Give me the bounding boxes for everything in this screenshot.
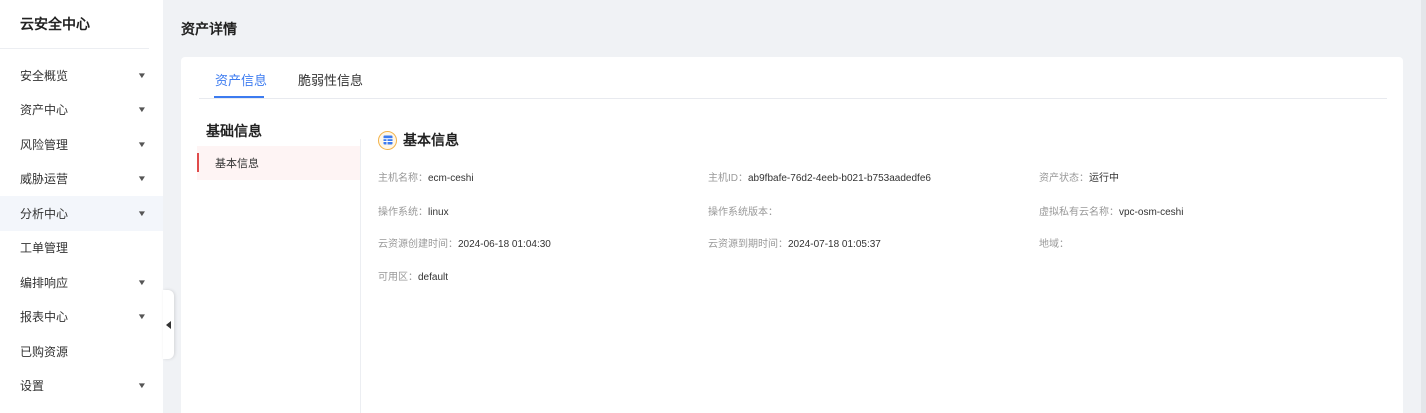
sidebar-nav: 安全概览 ▼ 资产中心 ▼ 风险管理 ▼ 威胁运营 ▼ 分析中心 ▼ 工单管理 … (0, 58, 163, 403)
field-host-id: 主机ID：ab9fbafe-76d2-4eeb-b021-b753aadedfe… (708, 173, 931, 184)
detail-card: 资产信息 脆弱性信息 基础信息 基本信息 基本信息 主机名称：ecm-ceshi… (181, 57, 1403, 413)
active-marker (197, 153, 199, 172)
sidebar-item-label: 资产中心 (20, 103, 69, 118)
chevron-down-icon: ▼ (136, 381, 148, 391)
active-tab-indicator (214, 96, 264, 98)
brand-title: 云安全中心 (0, 0, 149, 49)
chevron-down-icon: ▼ (136, 174, 148, 184)
chevron-down-icon: ▼ (136, 70, 148, 80)
chevron-down-icon: ▼ (136, 277, 148, 287)
sidebar-item-settings[interactable]: 设置 ▼ (0, 369, 163, 404)
field-os-version: 操作系统版本： (708, 207, 778, 218)
sidebar-item-analysis[interactable]: 分析中心 ▼ (0, 196, 163, 231)
page-title: 资产详情 (181, 21, 237, 37)
sidebar-item-label: 编排响应 (20, 275, 69, 290)
field-os: 操作系统：linux (378, 207, 449, 218)
section-title-text: 基本信息 (403, 132, 459, 148)
chevron-down-icon: ▼ (136, 312, 148, 322)
sidebar-item-assets[interactable]: 资产中心 ▼ (0, 93, 163, 128)
sidebar-item-tickets[interactable]: 工单管理 (0, 231, 163, 266)
section-title: 基本信息 (378, 130, 459, 150)
chevron-left-icon (166, 320, 171, 329)
sidebar-item-risk[interactable]: 风险管理 ▼ (0, 127, 163, 162)
field-region: 地域： (1039, 239, 1069, 250)
sidebar-item-label: 报表中心 (20, 310, 69, 325)
side-nav-item-basic-info[interactable]: 基本信息 (197, 146, 360, 180)
sidebar-item-label: 设置 (20, 379, 45, 394)
sidebar-item-threat-ops[interactable]: 威胁运营 ▼ (0, 162, 163, 197)
sidebar-item-label: 风险管理 (20, 137, 69, 152)
sidebar-item-label: 威胁运营 (20, 172, 69, 187)
sidebar-item-label: 已购资源 (20, 344, 69, 359)
sidebar-item-reports[interactable]: 报表中心 ▼ (0, 300, 163, 335)
sidebar-item-overview[interactable]: 安全概览 ▼ (0, 58, 163, 93)
sidebar-item-label: 分析中心 (20, 206, 69, 221)
table-icon (378, 130, 397, 150)
field-created-time: 云资源创建时间：2024-06-18 01:04:30 (378, 239, 551, 250)
field-hostname: 主机名称：ecm-ceshi (378, 173, 474, 184)
tab-asset-info[interactable]: 资产信息 (215, 70, 267, 89)
divider (360, 139, 361, 413)
sidebar-collapse-button[interactable] (163, 290, 174, 359)
sidebar-item-orchestration[interactable]: 编排响应 ▼ (0, 265, 163, 300)
page-scrollbar[interactable] (1421, 0, 1426, 413)
chevron-down-icon: ▼ (136, 139, 148, 149)
field-asset-status: 资产状态：运行中 (1039, 173, 1119, 184)
field-expire-time: 云资源到期时间：2024-07-18 01:05:37 (708, 239, 881, 250)
field-vpc-name: 虚拟私有云名称：vpc-osm-ceshi (1039, 207, 1184, 218)
chevron-down-icon: ▼ (136, 105, 148, 115)
tab-bar: 资产信息 脆弱性信息 (199, 57, 1387, 99)
sidebar-item-purchased[interactable]: 已购资源 (0, 334, 163, 369)
field-availability-zone: 可用区：default (378, 272, 449, 283)
sidebar-item-label: 安全概览 (20, 68, 69, 83)
chevron-down-icon: ▼ (136, 208, 148, 218)
tab-vulnerability-info[interactable]: 脆弱性信息 (298, 70, 363, 89)
side-nav-title: 基础信息 (206, 123, 262, 139)
side-nav-item-label: 基本信息 (215, 158, 259, 170)
sidebar-item-label: 工单管理 (20, 241, 69, 256)
sidebar: 云安全中心 安全概览 ▼ 资产中心 ▼ 风险管理 ▼ 威胁运营 ▼ 分析中心 ▼… (0, 0, 163, 413)
